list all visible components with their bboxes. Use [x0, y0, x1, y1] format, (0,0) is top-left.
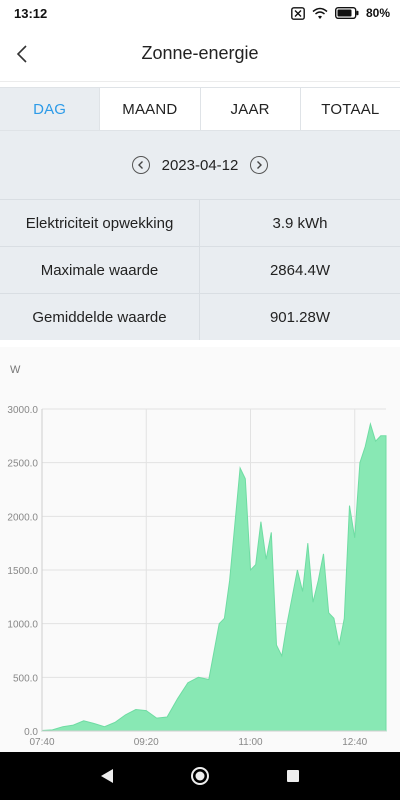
stat-value: 901.28W	[269, 308, 331, 326]
system-navigation-bar	[0, 752, 400, 800]
notification-muted-icon	[291, 6, 305, 20]
x-tick-label: 07:40	[29, 737, 54, 748]
tab-jaar[interactable]: JAAR	[201, 88, 301, 130]
tab-totaal[interactable]: TOTAAL	[301, 88, 400, 130]
system-home-button[interactable]	[180, 756, 220, 796]
stat-row-average: Gemiddelde waarde 901.28W	[0, 293, 400, 340]
chevron-right-circle-icon	[257, 161, 263, 169]
y-tick-label: 500.0	[13, 673, 38, 684]
page-title: Zonne-energie	[141, 43, 259, 63]
status-icons: 80%	[291, 6, 390, 20]
stat-value: 3.9 kWh	[272, 214, 328, 232]
triangle-back-icon	[100, 769, 113, 783]
wifi-icon	[312, 7, 328, 20]
x-tick-label: 12:40	[342, 737, 367, 748]
chevron-left-icon	[16, 45, 27, 63]
power-area-chart: W3000.02500.02000.01500.01000.0500.00.00…	[7, 364, 387, 748]
status-time: 13:12	[14, 5, 48, 21]
stat-label: Elektriciteit opwekking	[0, 200, 200, 246]
y-tick-label: 1000.0	[7, 620, 38, 631]
battery-percentage: 80%	[365, 6, 390, 20]
app-header: Zonne-energie	[0, 26, 400, 82]
period-tabs: DAG MAAND JAAR TOTAAL	[0, 87, 400, 131]
y-tick-label: 2500.0	[7, 459, 38, 470]
tab-dag[interactable]: DAG	[0, 88, 101, 130]
previous-date-button[interactable]	[131, 156, 150, 174]
y-tick-label: 1500.0	[7, 566, 38, 577]
stat-label: Gemiddelde waarde	[0, 294, 200, 340]
chevron-left-circle-icon	[137, 161, 143, 169]
stat-row-generation: Elektriciteit opwekking 3.9 kWh	[0, 199, 400, 246]
stat-row-max: Maximale waarde 2864.4W	[0, 246, 400, 293]
date-selector: 2023-04-12	[0, 131, 400, 199]
square-recents-icon	[287, 770, 300, 782]
y-axis-unit-label: W	[10, 364, 21, 376]
next-date-button[interactable]	[250, 156, 269, 174]
selected-date[interactable]: 2023-04-12	[162, 157, 239, 174]
stat-value: 2864.4W	[269, 261, 331, 279]
app-screen: 13:12 80% Zonne-energie DAG MAAND JAAR T…	[0, 0, 400, 800]
system-back-button[interactable]	[87, 756, 127, 796]
circle-home-icon	[190, 767, 209, 785]
back-button[interactable]	[6, 36, 38, 72]
energy-stats-table: Elektriciteit opwekking 3.9 kWh Maximale…	[0, 199, 400, 340]
power-chart[interactable]: W 3000.0 2500.0 2000.0 1500.0 1000.0 500.0 0.0 0…	[0, 347, 400, 752]
x-tick-label: 11:00	[238, 737, 263, 748]
battery-icon	[334, 7, 359, 19]
power-area-series	[41, 422, 387, 732]
status-bar: 13:12 80%	[0, 0, 400, 26]
system-recents-button[interactable]	[273, 756, 313, 796]
stat-label: Maximale waarde	[0, 247, 200, 293]
x-tick-label: 09:20	[134, 737, 159, 748]
tab-maand[interactable]: MAAND	[100, 88, 201, 130]
y-tick-label: 2000.0	[7, 512, 38, 523]
y-tick-label: 3000.0	[7, 405, 38, 416]
